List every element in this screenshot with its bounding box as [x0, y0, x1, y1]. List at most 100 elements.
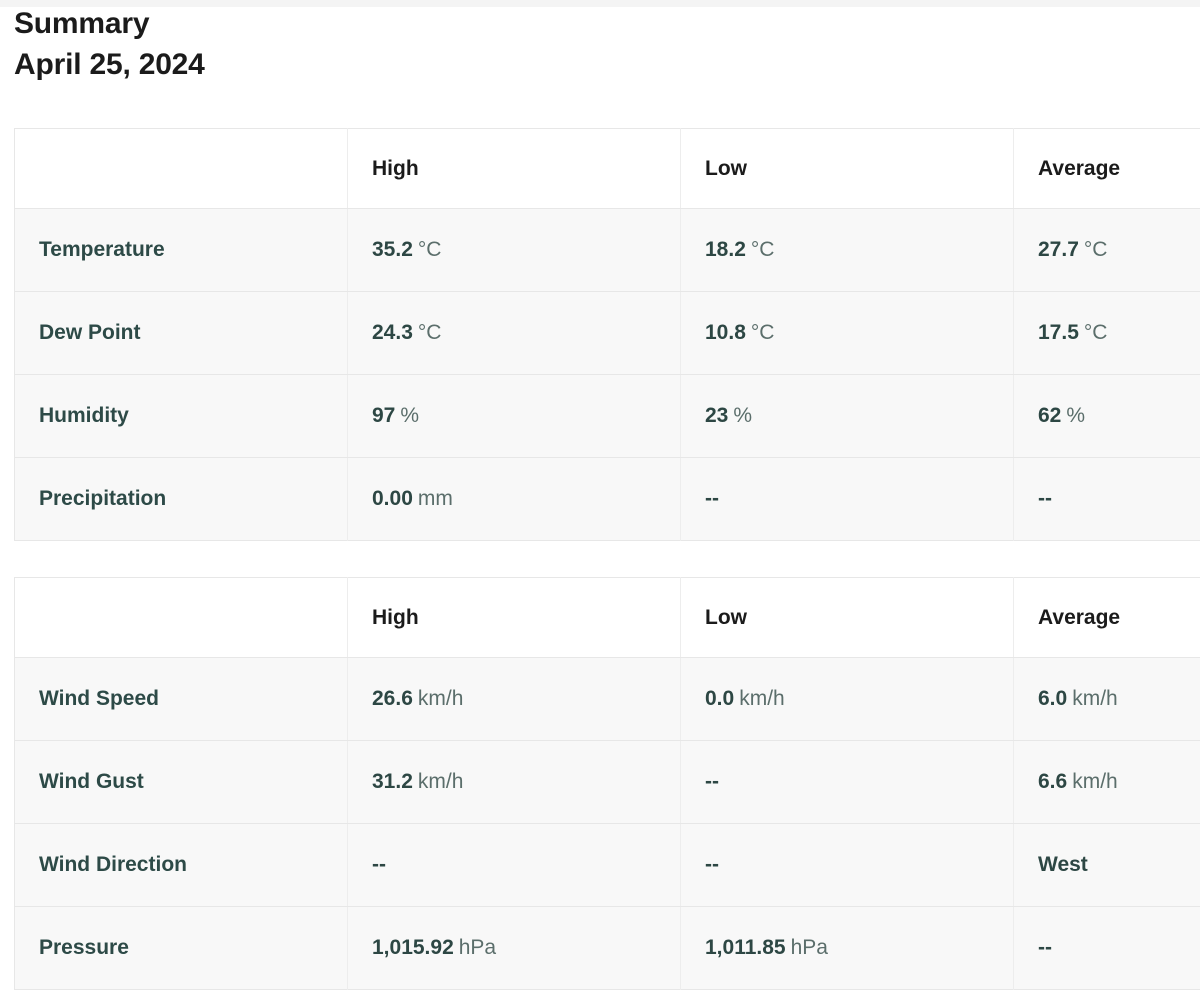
cell-dew-point-average: 17.5 °C [1013, 291, 1200, 375]
cell-wind-direction-low: -- [680, 823, 1014, 907]
cell-pressure-low: 1,011.85 hPa [680, 906, 1014, 990]
cell-wind-direction-average: West [1013, 823, 1200, 907]
value: West [1038, 853, 1088, 876]
cell-wind-direction-high: -- [347, 823, 681, 907]
summary-page: Summary April 25, 2024 High Low Average … [0, 0, 1200, 1003]
unit: km/h [417, 770, 464, 793]
row-label-precipitation: Precipitation [14, 457, 348, 541]
unit: °C [417, 238, 442, 261]
page-heading: Summary April 25, 2024 [14, 4, 1014, 85]
unit: hPa [790, 936, 828, 959]
row-label-dew-point: Dew Point [14, 291, 348, 375]
cell-temperature-low: 18.2 °C [680, 208, 1014, 292]
value: -- [1038, 936, 1052, 959]
value: 23 [705, 404, 729, 427]
column-header-high: High [347, 577, 681, 658]
unit: mm [417, 487, 453, 510]
cell-wind-gust-high: 31.2 km/h [347, 740, 681, 824]
value: -- [705, 853, 719, 876]
row-label-wind-gust: Wind Gust [14, 740, 348, 824]
row-label-wind-speed: Wind Speed [14, 657, 348, 741]
value: -- [1038, 487, 1052, 510]
table-header-row: High Low Average [14, 128, 1200, 209]
value: 0.00 [372, 487, 413, 510]
value: 27.7 [1038, 238, 1079, 261]
unit: km/h [417, 687, 464, 710]
table-row: Temperature 35.2 °C 18.2 °C 27.7 °C [14, 208, 1200, 292]
table-row: Pressure 1,015.92 hPa 1,011.85 hPa -- [14, 906, 1200, 990]
cell-wind-speed-high: 26.6 km/h [347, 657, 681, 741]
unit: °C [1083, 238, 1108, 261]
unit: km/h [1072, 687, 1118, 710]
unit: km/h [1072, 770, 1118, 793]
cell-pressure-high: 1,015.92 hPa [347, 906, 681, 990]
unit: °C [750, 238, 775, 261]
column-header-average: Average [1013, 128, 1200, 209]
column-header-blank [14, 128, 348, 209]
cell-wind-gust-average: 6.6 km/h [1013, 740, 1200, 824]
value: -- [705, 770, 719, 793]
value: 97 [372, 404, 396, 427]
unit: km/h [739, 687, 785, 710]
value: -- [705, 487, 719, 510]
cell-wind-speed-low: 0.0 km/h [680, 657, 1014, 741]
conditions-table: High Low Average Temperature 35.2 °C 18.2… [14, 128, 1200, 541]
conditions-table-body: Temperature 35.2 °C 18.2 °C 27.7 °C Dew Poi… [14, 208, 1200, 541]
value: 1,011.85 [705, 936, 786, 959]
value: 1,015.92 [372, 936, 454, 959]
table-row: Wind Direction -- -- West [14, 823, 1200, 907]
unit: hPa [458, 936, 497, 959]
cell-wind-speed-average: 6.0 km/h [1013, 657, 1200, 741]
unit: °C [1083, 321, 1108, 344]
table-row: Precipitation 0.00 mm -- -- [14, 457, 1200, 541]
cell-temperature-high: 35.2 °C [347, 208, 681, 292]
column-header-low: Low [680, 577, 1014, 658]
cell-pressure-average: -- [1013, 906, 1200, 990]
value: 24.3 [372, 321, 413, 344]
value: 62 [1038, 404, 1062, 427]
cell-precipitation-low: -- [680, 457, 1014, 541]
conditions-table-head: High Low Average [14, 128, 1200, 209]
value: 18.2 [705, 238, 746, 261]
column-header-blank [14, 577, 348, 658]
row-label-temperature: Temperature [14, 208, 348, 292]
table-header-row: High Low Average [14, 577, 1200, 658]
value: 0.0 [705, 687, 735, 710]
cell-humidity-high: 97% [347, 374, 681, 458]
row-label-humidity: Humidity [14, 374, 348, 458]
cell-humidity-low: 23% [680, 374, 1014, 458]
value: 6.6 [1038, 770, 1068, 793]
cell-wind-gust-low: -- [680, 740, 1014, 824]
summary-tables: High Low Average Temperature 35.2 °C 18.2… [14, 128, 1200, 990]
column-header-average: Average [1013, 577, 1200, 658]
value: 35.2 [372, 238, 413, 261]
column-header-high: High [347, 128, 681, 209]
table-row: Dew Point 24.3 °C 10.8 °C 17.5 °C [14, 291, 1200, 375]
table-row: Wind Speed 26.6 km/h 0.0 km/h 6.0 km/h [14, 657, 1200, 741]
table-row: Humidity 97% 23% 62% [14, 374, 1200, 458]
value: 10.8 [705, 321, 746, 344]
row-label-wind-direction: Wind Direction [14, 823, 348, 907]
page-title: Summary [14, 7, 150, 40]
cell-temperature-average: 27.7 °C [1013, 208, 1200, 292]
unit: % [400, 404, 420, 427]
row-label-pressure: Pressure [14, 906, 348, 990]
unit: % [733, 404, 753, 427]
wind-table-body: Wind Speed 26.6 km/h 0.0 km/h 6.0 km/h Wind… [14, 657, 1200, 990]
unit: °C [750, 321, 775, 344]
value: 17.5 [1038, 321, 1079, 344]
cell-precipitation-high: 0.00 mm [347, 457, 681, 541]
table-row: Wind Gust 31.2 km/h -- 6.6 km/h [14, 740, 1200, 824]
page-date: April 25, 2024 [14, 47, 205, 81]
cell-dew-point-low: 10.8 °C [680, 291, 1014, 375]
unit: °C [417, 321, 442, 344]
wind-table: High Low Average Wind Speed 26.6 km/h 0.0… [14, 577, 1200, 990]
value: 26.6 [372, 687, 413, 710]
column-header-low: Low [680, 128, 1014, 209]
value: -- [372, 853, 386, 876]
cell-dew-point-high: 24.3 °C [347, 291, 681, 375]
cell-precipitation-average: -- [1013, 457, 1200, 541]
unit: % [1066, 404, 1086, 427]
value: 31.2 [372, 770, 413, 793]
wind-table-head: High Low Average [14, 577, 1200, 658]
